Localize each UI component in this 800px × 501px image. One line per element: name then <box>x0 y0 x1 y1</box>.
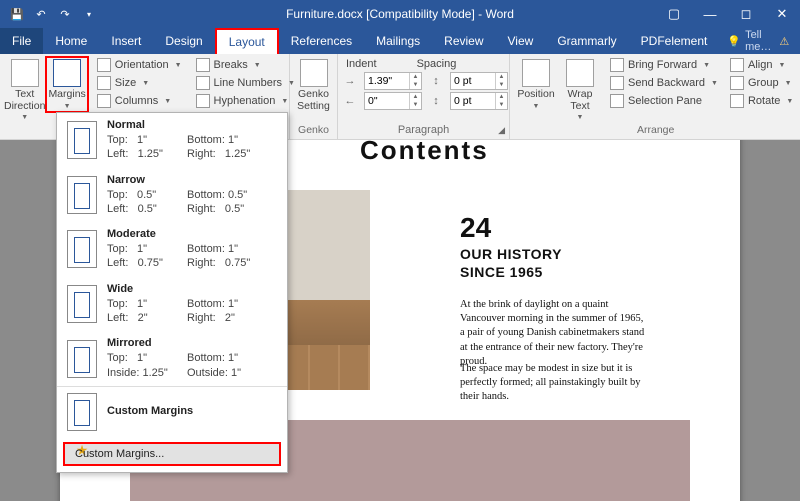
bring-forward-icon <box>610 58 624 72</box>
group-objects-button[interactable]: Group▼ <box>726 75 797 91</box>
spacing-label: Spacing <box>417 58 457 70</box>
tab-home[interactable]: Home <box>43 28 99 54</box>
line-numbers-button[interactable]: Line Numbers▼ <box>192 75 299 91</box>
ribbon-options-icon[interactable]: ▢ <box>656 0 692 28</box>
send-backward-button[interactable]: Send Backward▼ <box>606 75 722 91</box>
maximize-icon[interactable]: ◻ <box>728 0 764 28</box>
align-button[interactable]: Align▼ <box>726 57 797 73</box>
indent-right-icon: ← <box>342 95 358 107</box>
margins-custom-icon: ★ <box>67 393 97 431</box>
tab-grammarly[interactable]: Grammarly <box>545 28 628 54</box>
hyphenation-icon <box>196 94 210 108</box>
send-backward-icon <box>610 76 624 90</box>
selection-pane-icon <box>610 94 624 108</box>
undo-icon[interactable]: ↶ <box>30 3 52 25</box>
group-icon <box>730 76 744 90</box>
columns-icon <box>97 94 111 108</box>
line-numbers-icon <box>196 76 210 90</box>
genko-setting-button[interactable]: Genko Setting <box>294 57 333 112</box>
orientation-button[interactable]: Orientation▼ <box>93 57 186 73</box>
hyphenation-button[interactable]: Hyphenation▼ <box>192 93 299 109</box>
qat-customize-icon[interactable]: ▾ <box>78 3 100 25</box>
ribbon-tabs: File Home Insert Design Layout Reference… <box>0 28 800 54</box>
section-heading: OUR HISTORY SINCE 1965 <box>460 246 562 281</box>
position-button[interactable]: Position▼ <box>514 57 558 110</box>
margins-narrow-icon <box>67 176 97 214</box>
tab-view[interactable]: View <box>496 28 546 54</box>
margins-option-normal[interactable]: Normal Top: 1" Bottom: 1" Left: 1.25" Ri… <box>57 113 287 168</box>
indent-right-field[interactable]: 0"▲▼ <box>364 92 422 110</box>
quick-access-toolbar: 💾 ↶ ↷ ▾ <box>0 3 100 25</box>
text-direction-button[interactable]: Text Direction▼ <box>4 57 45 121</box>
margins-normal-icon <box>67 121 97 159</box>
position-icon <box>522 59 550 87</box>
size-button[interactable]: Size▼ <box>93 75 186 91</box>
columns-button[interactable]: Columns▼ <box>93 93 186 109</box>
breaks-button[interactable]: Breaks▼ <box>192 57 299 73</box>
align-icon <box>730 58 744 72</box>
margins-dropdown: Normal Top: 1" Bottom: 1" Left: 1.25" Ri… <box>56 112 288 473</box>
minimize-icon[interactable]: — <box>692 0 728 28</box>
paragraph-dialog-launcher[interactable]: ◢ <box>498 125 505 136</box>
save-icon[interactable]: 💾 <box>6 3 28 25</box>
margins-option-custom-recent[interactable]: ★ Custom Margins <box>57 386 287 437</box>
close-icon[interactable]: ✕ <box>764 0 800 28</box>
margins-option-moderate[interactable]: Moderate Top: 1" Bottom: 1" Left: 0.75" … <box>57 222 287 277</box>
indent-label: Indent <box>346 58 377 70</box>
window-title: Furniture.docx [Compatibility Mode] - Wo… <box>286 7 514 21</box>
margins-option-mirrored[interactable]: Mirrored Top: 1" Bottom: 1" Inside: 1.25… <box>57 331 287 386</box>
tab-file[interactable]: File <box>0 28 43 54</box>
redo-icon[interactable]: ↷ <box>54 3 76 25</box>
margins-icon <box>53 59 81 87</box>
margins-button[interactable]: Margins▼ <box>45 56 88 113</box>
selection-pane-button[interactable]: Selection Pane <box>606 93 722 109</box>
body-paragraph-1: At the brink of daylight on a quaint Van… <box>460 298 650 369</box>
margins-mirrored-icon <box>67 340 97 378</box>
group-label-genko: Genko <box>290 124 337 139</box>
tab-design[interactable]: Design <box>153 28 214 54</box>
spacing-after-field[interactable]: 0 pt▲▼ <box>450 92 508 110</box>
body-paragraph-2: The space may be modest in size but it i… <box>460 362 650 405</box>
genko-icon <box>300 59 328 87</box>
rotate-button[interactable]: Rotate▼ <box>726 93 797 109</box>
size-icon <box>97 76 111 90</box>
margins-wide-icon <box>67 285 97 323</box>
rotate-icon <box>730 94 744 108</box>
spacing-before-icon: ↕ <box>428 75 444 87</box>
tell-me-search[interactable]: 💡Tell me… <box>719 28 779 54</box>
breaks-icon <box>196 58 210 72</box>
title-bar: 💾 ↶ ↷ ▾ Furniture.docx [Compatibility Mo… <box>0 0 800 28</box>
warning-icon[interactable]: ⚠ <box>779 28 789 54</box>
indent-left-field[interactable]: 1.39"▲▼ <box>364 72 422 90</box>
wrap-text-button[interactable]: Wrap Text▼ <box>558 57 602 121</box>
spacing-before-field[interactable]: 0 pt▲▼ <box>450 72 508 90</box>
page-number-text: 24 <box>460 212 491 244</box>
margins-option-narrow[interactable]: Narrow Top: 0.5" Bottom: 0.5" Left: 0.5"… <box>57 168 287 223</box>
group-label-arrange: Arrange <box>510 124 800 139</box>
bring-forward-button[interactable]: Bring Forward▼ <box>606 57 722 73</box>
margins-option-wide[interactable]: Wide Top: 1" Bottom: 1" Left: 2" Right: … <box>57 277 287 332</box>
group-label-paragraph: Paragraph <box>398 124 449 136</box>
wrap-text-icon <box>566 59 594 87</box>
orientation-icon <box>97 58 111 72</box>
margins-moderate-icon <box>67 230 97 268</box>
tab-layout[interactable]: Layout <box>215 28 279 54</box>
spacing-after-icon: ↕ <box>428 95 444 107</box>
indent-left-icon: → <box>342 75 358 87</box>
tab-references[interactable]: References <box>279 28 364 54</box>
lightbulb-icon: 💡 <box>727 35 741 48</box>
contents-heading: Contents <box>360 140 489 166</box>
tab-mailings[interactable]: Mailings <box>364 28 432 54</box>
tab-insert[interactable]: Insert <box>99 28 153 54</box>
tab-review[interactable]: Review <box>432 28 495 54</box>
tab-pdfelement[interactable]: PDFelement <box>629 28 720 54</box>
share-button[interactable]: 👤Share <box>789 28 800 54</box>
text-direction-icon <box>11 59 39 87</box>
